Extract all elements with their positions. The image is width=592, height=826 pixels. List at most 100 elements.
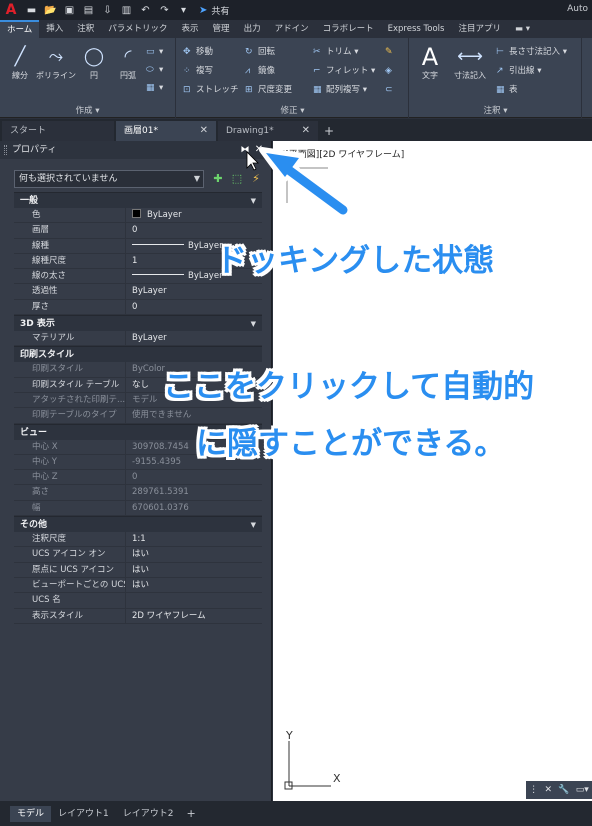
property-value[interactable]: 1:1 <box>126 532 262 547</box>
tab-output[interactable]: 出力 <box>237 20 268 38</box>
share-icon[interactable]: ➤ <box>199 5 207 16</box>
property-row[interactable]: 幅 670601.0376 <box>14 500 262 517</box>
tab-annotate[interactable]: 注釈 <box>70 20 101 38</box>
tab-collaborate[interactable]: コラボレート <box>316 20 381 38</box>
tab-view[interactable]: 表示 <box>175 20 206 38</box>
category-header[interactable]: 印刷スタイル <box>14 346 262 363</box>
property-value[interactable]: ByLayer <box>126 208 262 223</box>
offset-button[interactable]: ⊂ <box>385 82 398 98</box>
tab-parametric[interactable]: パラメトリック <box>101 20 174 38</box>
save-icon[interactable]: ▣ <box>62 3 77 17</box>
property-value[interactable]: はい <box>126 577 262 593</box>
array-button[interactable]: ▦ 配列複写 ▾ <box>313 82 367 98</box>
property-value[interactable]: はい <box>126 562 262 577</box>
leader-button[interactable]: ↗ 引出線 ▾ <box>496 63 541 79</box>
collapse-icon[interactable]: ▼ <box>251 193 256 209</box>
rectangle-button[interactable]: ▭ ▾ <box>146 44 163 60</box>
close-tab-icon[interactable]: ✕ <box>302 121 310 141</box>
property-value[interactable]: はい <box>126 547 262 562</box>
collapse-icon[interactable]: ▼ <box>251 517 256 533</box>
tab-layout1[interactable]: レイアウト1 <box>51 806 116 822</box>
tab-manage[interactable]: 管理 <box>206 20 237 38</box>
autocad-logo[interactable]: A <box>0 0 22 20</box>
modify-group-label[interactable]: 修正 ▾ <box>177 104 408 116</box>
grip-icon[interactable]: ⋮ <box>529 785 538 795</box>
property-row[interactable]: 注釈尺度 1:1 <box>14 532 262 548</box>
share-button[interactable]: 共有 <box>211 4 229 17</box>
tab-more[interactable]: ▬ ▾ <box>508 20 537 38</box>
wrench-icon[interactable]: 🔧 <box>558 785 569 795</box>
open-icon[interactable]: 📂 <box>43 3 58 17</box>
dimension-button[interactable]: ⟷ 寸法記入 <box>448 44 492 81</box>
tab-featured-apps[interactable]: 注目アプリ <box>451 20 508 38</box>
property-value[interactable]: 0 <box>126 299 262 315</box>
linear-dimension-button[interactable]: ⊢ 長さ寸法記入 ▾ <box>496 44 567 60</box>
property-row[interactable]: 透過性 ByLayer <box>14 284 262 300</box>
property-row[interactable]: 厚さ 0 <box>14 299 262 316</box>
property-value[interactable]: ByLayer <box>126 331 262 346</box>
redo-icon[interactable]: ↷ <box>157 3 172 17</box>
close-tab-icon[interactable]: ✕ <box>200 121 208 141</box>
add-layout-button[interactable]: + <box>180 807 201 820</box>
close-icon[interactable]: ✕ <box>253 143 265 157</box>
plot-icon[interactable]: ▥ <box>119 3 134 17</box>
line-button[interactable]: ╱ 線分 <box>2 44 38 81</box>
fillet-button[interactable]: ⌐ フィレット ▾ <box>313 63 375 79</box>
close-icon[interactable]: ✕ <box>544 785 552 795</box>
property-value[interactable]: ByLayer <box>126 284 262 299</box>
hatch-button[interactable]: ⬭ ▾ <box>146 62 163 78</box>
selection-dropdown[interactable]: 何も選択されていません ▼ <box>14 170 204 188</box>
quick-select-icon[interactable]: ⚡ <box>248 171 264 187</box>
property-row[interactable]: 色 ByLayer <box>14 208 262 224</box>
category-header[interactable]: その他 ▼ <box>14 516 262 533</box>
property-row[interactable]: 原点に UCS アイコン はい <box>14 562 262 578</box>
palette-title-bar[interactable]: プロパティ ⧓ ✕ <box>0 141 271 159</box>
trim-button[interactable]: ✂ トリム ▾ <box>313 44 358 60</box>
polyline-button[interactable]: ⤳ ポリライン <box>36 44 76 81</box>
property-row[interactable]: ビューポートごとの UCS はい <box>14 577 262 594</box>
tab-model[interactable]: モデル <box>10 805 52 822</box>
new-tab-button[interactable]: + <box>320 121 338 141</box>
property-row[interactable]: UCS アイコン オン はい <box>14 547 262 563</box>
new-icon[interactable]: ▬ <box>24 3 39 17</box>
text-button[interactable]: A 文字 <box>412 44 448 81</box>
select-objects-icon[interactable]: ⬚ <box>229 171 245 187</box>
move-button[interactable]: ✥ 移動 <box>183 44 213 60</box>
collapse-icon[interactable]: ▼ <box>251 316 256 332</box>
save-as-icon[interactable]: ▤ <box>81 3 96 17</box>
explode-button[interactable]: ◈ <box>385 63 398 79</box>
stretch-button[interactable]: ⊡ ストレッチ <box>183 82 239 98</box>
grip-icon[interactable] <box>4 145 7 155</box>
property-row[interactable]: UCS 名 <box>14 593 262 609</box>
tab-insert[interactable]: 挿入 <box>39 20 70 38</box>
rotate-button[interactable]: ↻ 回転 <box>245 44 275 60</box>
doc-tab-layer01[interactable]: 画層01* ✕ <box>116 121 216 141</box>
annotation-group-label[interactable]: 注釈 ▾ <box>410 104 581 116</box>
toggle-pickadd-icon[interactable]: ✚ <box>210 171 226 187</box>
property-row[interactable]: マテリアル ByLayer <box>14 331 262 347</box>
undo-icon[interactable]: ↶ <box>138 3 153 17</box>
property-row[interactable]: 高さ 289761.5391 <box>14 485 262 501</box>
property-row[interactable]: 中心 Z 0 <box>14 470 262 486</box>
scale-button[interactable]: ⊞ 尺度変更 <box>245 82 292 98</box>
copy-button[interactable]: ⁘ 複写 <box>183 63 213 79</box>
erase-button[interactable]: ✎ <box>385 44 398 60</box>
web-save-icon[interactable]: ⇩ <box>100 3 115 17</box>
property-value[interactable]: 2D ワイヤフレーム <box>126 608 262 623</box>
property-value[interactable]: 289761.5391 <box>126 485 262 500</box>
property-value[interactable] <box>126 593 262 608</box>
draw-group-label[interactable]: 作成 ▾ <box>0 104 175 116</box>
mirror-button[interactable]: ⩘ 鏡像 <box>245 63 275 79</box>
property-value[interactable]: 0 <box>126 470 262 485</box>
circle-button[interactable]: ◯ 円 <box>76 44 112 81</box>
tab-layout2[interactable]: レイアウト2 <box>116 806 181 822</box>
arc-button[interactable]: ◜ 円弧 <box>110 44 146 81</box>
tab-home[interactable]: ホーム <box>0 20 40 38</box>
boundary-button[interactable]: ▦ ▾ <box>146 80 163 96</box>
property-row[interactable]: 表示スタイル 2D ワイヤフレーム <box>14 608 262 624</box>
doc-tab-drawing1[interactable]: Drawing1* ✕ <box>218 121 318 141</box>
doc-tab-start[interactable]: スタート <box>2 121 114 141</box>
table-button[interactable]: ▦ 表 <box>496 82 518 98</box>
property-value[interactable]: 670601.0376 <box>126 500 262 516</box>
auto-hide-icon[interactable]: ⧓ <box>239 143 251 157</box>
